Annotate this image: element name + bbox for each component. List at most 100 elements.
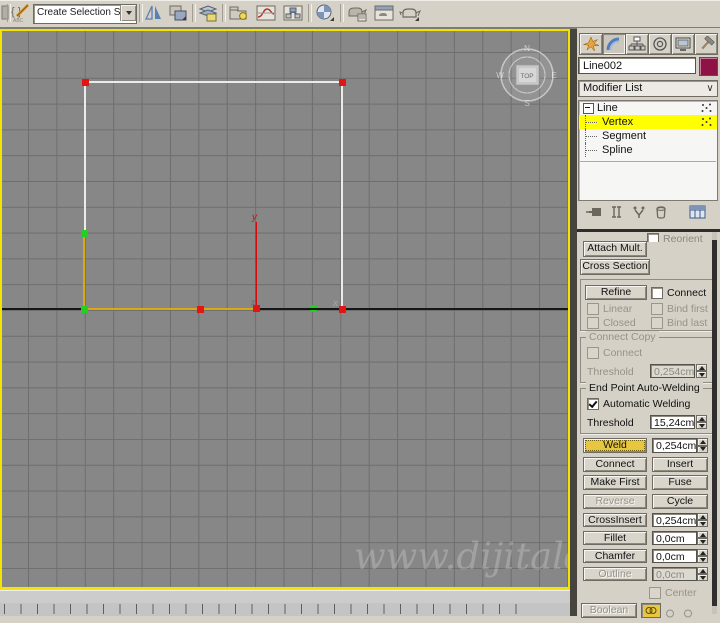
compass-west-label[interactable]: W (496, 71, 504, 80)
selection-set-combo[interactable]: Create Selection Se (33, 4, 137, 24)
bind-first-checkbox[interactable] (651, 303, 663, 315)
top-viewport[interactable]: y x z TOP N E S W www.dijitalde (0, 29, 570, 589)
toolbar-separator (308, 4, 312, 22)
refine-button[interactable]: Refine (585, 285, 647, 300)
tab-display[interactable] (671, 33, 695, 55)
cross-insert-button[interactable]: CrossInsert (583, 513, 647, 527)
insert-button[interactable]: Insert (652, 457, 708, 472)
vertex-selected[interactable] (82, 79, 89, 86)
chamfer-spinner[interactable] (697, 549, 708, 563)
reverse-button[interactable]: Reverse (583, 494, 647, 509)
connect-copy-threshold-spinner[interactable] (696, 364, 707, 378)
object-name-field[interactable]: Line002 (578, 57, 696, 74)
show-end-result-icon[interactable] (610, 205, 624, 224)
align-icon[interactable] (166, 3, 190, 23)
vertex-selected[interactable] (339, 306, 346, 313)
compass-north-label[interactable]: N (524, 44, 530, 53)
fuse-button[interactable]: Fuse (652, 475, 708, 490)
collapse-icon[interactable] (583, 102, 594, 114)
connect-button[interactable]: Connect (583, 457, 647, 472)
render-setup-icon[interactable] (345, 3, 369, 23)
tab-hierarchy[interactable] (625, 33, 649, 55)
active-vertex[interactable] (253, 305, 260, 312)
tab-modify[interactable] (602, 33, 626, 55)
pin-stack-icon[interactable] (585, 205, 603, 224)
stack-label[interactable]: Spline (602, 143, 633, 157)
panel-scrollbar-thumb[interactable] (712, 240, 717, 606)
chevron-down-icon[interactable]: ∨ (703, 81, 717, 96)
bind-last-checkbox[interactable] (651, 317, 663, 329)
folder-lightbulb-icon[interactable] (227, 3, 251, 23)
panel-splitter[interactable] (570, 29, 577, 616)
outline-button[interactable]: Outline (583, 567, 647, 581)
modifier-stack: Line Vertex Segment Spline (578, 100, 718, 201)
closed-checkbox[interactable] (587, 317, 599, 329)
view-compass[interactable]: TOP N E S W (496, 44, 556, 108)
vertex-unselected[interactable] (81, 306, 88, 313)
auto-weld-threshold-field[interactable]: 15,24cm (650, 415, 695, 429)
chamfer-button[interactable]: Chamfer (583, 549, 647, 563)
connect-checkbox[interactable] (651, 287, 663, 299)
render-teapot-icon[interactable] (398, 3, 422, 23)
stack-row-spline[interactable]: Spline (579, 143, 717, 157)
weld-threshold-spinner[interactable] (697, 438, 708, 453)
object-color-swatch[interactable] (699, 57, 718, 76)
rendered-frame-window-icon[interactable] (372, 3, 396, 23)
vertex-selected[interactable] (339, 79, 346, 86)
panel-scrollbar[interactable] (712, 232, 717, 614)
connect-copy-threshold-field[interactable]: 0,254cm (650, 364, 695, 378)
track-bar[interactable] (0, 603, 570, 616)
tab-motion[interactable] (648, 33, 672, 55)
vertex-selected[interactable] (197, 306, 204, 313)
center-checkbox[interactable] (649, 587, 661, 599)
automatic-welding-checkbox[interactable] (587, 398, 599, 410)
schematic-view-icon[interactable] (281, 3, 305, 23)
tab-utilities[interactable] (694, 33, 718, 55)
modifier-list-dropdown[interactable]: Modifier List ∨ (578, 80, 718, 97)
linear-checkbox[interactable] (587, 303, 599, 315)
outline-field[interactable]: 0,0cm (652, 567, 697, 581)
stack-label[interactable]: Segment (602, 129, 646, 143)
weld-button[interactable]: Weld (583, 438, 647, 453)
auto-weld-threshold-spinner[interactable] (696, 415, 707, 429)
stack-row-vertex[interactable]: Vertex (579, 115, 717, 129)
tab-create[interactable] (579, 33, 603, 55)
layer-manager-icon[interactable] (196, 3, 220, 23)
fillet-field[interactable]: 0,0cm (652, 531, 697, 545)
fillet-button[interactable]: Fillet (583, 531, 647, 545)
cross-insert-spinner[interactable] (697, 513, 708, 527)
mirror-icon[interactable] (142, 3, 166, 23)
configure-modifier-sets-icon[interactable] (689, 205, 707, 224)
selection-set-value[interactable]: Create Selection Se (34, 5, 120, 23)
weld-threshold-field[interactable]: 0,254cm (652, 438, 697, 453)
named-selection-sets-icon[interactable]: { } ABC (9, 3, 33, 23)
reorient-checkbox[interactable] (647, 233, 659, 242)
compass-south-label[interactable]: S (524, 99, 529, 108)
make-unique-icon[interactable] (631, 205, 647, 224)
stack-row-segment[interactable]: Segment (579, 129, 717, 143)
vertex-unselected[interactable] (81, 230, 88, 237)
curve-editor-icon[interactable] (254, 3, 278, 23)
reorient-label: Reorient (663, 233, 703, 242)
fillet-spinner[interactable] (697, 531, 708, 545)
cross-insert-field[interactable]: 0,254cm (652, 513, 697, 527)
stack-label[interactable]: Vertex (602, 115, 633, 129)
stack-row-line[interactable]: Line (579, 101, 717, 115)
cycle-button[interactable]: Cycle (652, 494, 708, 509)
outline-spinner[interactable] (697, 567, 708, 581)
boolean-subtract-icon[interactable] (665, 605, 677, 623)
remove-modifier-icon[interactable] (654, 205, 668, 224)
compass-east-label[interactable]: E (551, 71, 556, 80)
spline-shape[interactable]: y x z TOP N E S W (2, 31, 568, 587)
make-first-button[interactable]: Make First (583, 475, 647, 490)
attach-mult-button[interactable]: Attach Mult. (583, 241, 647, 257)
boolean-intersect-icon[interactable] (683, 605, 695, 623)
time-slider[interactable] (0, 590, 570, 604)
chevron-down-icon[interactable] (120, 5, 136, 21)
material-editor-icon[interactable] (313, 3, 337, 23)
bind-last-label: Bind last (667, 317, 708, 329)
connect-copy-checkbox[interactable] (587, 347, 599, 359)
cross-section-button[interactable]: Cross Section (580, 259, 650, 275)
stack-label[interactable]: Line (597, 101, 618, 115)
chamfer-field[interactable]: 0,0cm (652, 549, 697, 563)
